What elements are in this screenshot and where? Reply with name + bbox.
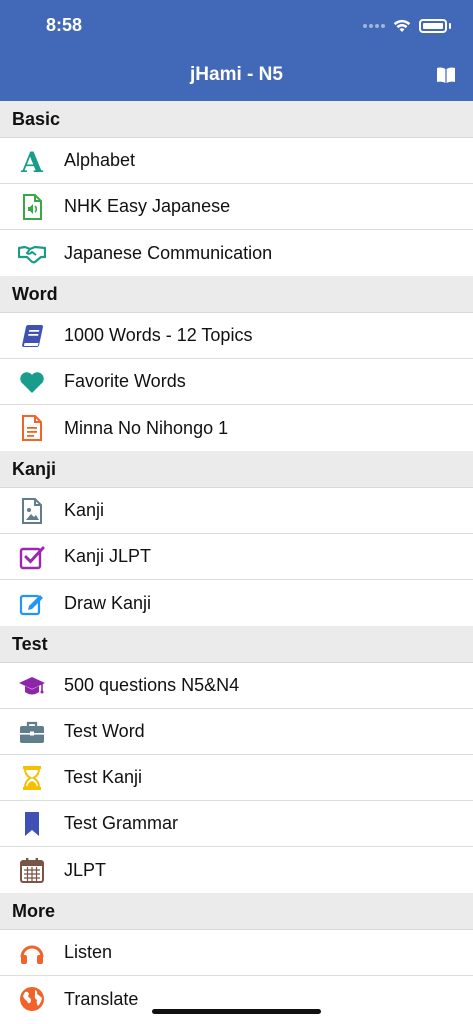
menu-item-label: NHK Easy Japanese xyxy=(64,196,231,216)
status-time: 8:58 xyxy=(46,15,83,35)
globe-icon xyxy=(0,976,64,1022)
section-header-word: Word xyxy=(0,276,473,313)
menu-list: Basic A Alphabet NHK Easy Japanese Japanese … xyxy=(0,101,473,1022)
graduation-cap-icon xyxy=(0,663,64,709)
menu-item-label: JLPT xyxy=(64,859,107,880)
menu-item-kanji[interactable]: Kanji xyxy=(0,488,473,534)
menu-item-jlpt[interactable]: JLPT xyxy=(0,847,473,893)
menu-item-minna-no-nihongo-1[interactable]: Minna No Nihongo 1 xyxy=(0,405,473,451)
menu-item-listen[interactable]: Listen xyxy=(0,930,473,976)
menu-item-label: Translate xyxy=(64,988,139,1009)
home-indicator[interactable] xyxy=(152,1009,321,1014)
bookmark-icon xyxy=(0,801,64,847)
alphabet-icon: A xyxy=(0,138,64,184)
page-title: jHami - N5 xyxy=(190,64,283,85)
section-group: 500 questions N5&N4 Test Word Test Kanji Te… xyxy=(0,663,473,893)
menu-item-label: Kanji xyxy=(64,500,105,520)
menu-item-draw-kanji[interactable]: Draw Kanji xyxy=(0,580,473,626)
image-file-icon xyxy=(0,488,64,534)
menu-item-label: Test Grammar xyxy=(64,813,179,833)
audio-file-icon xyxy=(0,184,64,230)
menu-item-label: Minna No Nihongo 1 xyxy=(64,417,229,438)
menu-item-test-word[interactable]: Test Word xyxy=(0,709,473,755)
menu-item-1000-words-12-topics[interactable]: 1000 Words - 12 Topics xyxy=(0,313,473,359)
navigation-bar: 8:58 jHami - N5 xyxy=(0,0,473,101)
section-header-more: More xyxy=(0,893,473,930)
menu-item-translate[interactable]: Translate xyxy=(0,976,473,1022)
menu-item-alphabet[interactable]: A Alphabet xyxy=(0,138,473,184)
menu-item-test-grammar[interactable]: Test Grammar xyxy=(0,801,473,847)
section-header-test: Test xyxy=(0,626,473,663)
section-group: Kanji Kanji JLPT Draw Kanji xyxy=(0,488,473,626)
wifi-icon xyxy=(393,19,411,32)
menu-item-test-kanji[interactable]: Test Kanji xyxy=(0,755,473,801)
menu-item-label: Test Kanji xyxy=(64,767,143,787)
menu-item-label: Alphabet xyxy=(64,150,136,170)
menu-item-label: 500 questions N5&N4 xyxy=(64,675,240,695)
section-group: A Alphabet NHK Easy Japanese Japanese Commu… xyxy=(0,138,473,276)
hourglass-icon xyxy=(0,755,64,801)
menu-item-nhk-easy-japanese[interactable]: NHK Easy Japanese xyxy=(0,184,473,230)
status-icons xyxy=(363,16,451,36)
heart-icon xyxy=(0,359,64,405)
svg-text:A: A xyxy=(20,147,44,175)
menu-item-label: Test Word xyxy=(64,721,145,741)
menu-item-label: Listen xyxy=(64,942,113,962)
headphones-icon xyxy=(0,930,64,976)
battery-icon xyxy=(419,19,447,33)
book-icon xyxy=(0,313,64,359)
menu-item-favorite-words[interactable]: Favorite Words xyxy=(0,359,473,405)
menu-item-japanese-communication[interactable]: Japanese Communication xyxy=(0,230,473,276)
edit-icon xyxy=(0,580,64,626)
menu-item-label: 1000 Words - 12 Topics xyxy=(64,325,253,345)
section-group: 1000 Words - 12 Topics Favorite Words Minn… xyxy=(0,313,473,451)
section-header-kanji: Kanji xyxy=(0,451,473,488)
menu-item-label: Kanji JLPT xyxy=(64,546,152,566)
section-header-basic: Basic xyxy=(0,101,473,138)
checkbox-icon xyxy=(0,534,64,580)
book-open-icon[interactable] xyxy=(436,66,456,84)
menu-item-label: Favorite Words xyxy=(64,371,186,391)
menu-item-label: Japanese Communication xyxy=(64,242,273,263)
menu-item-label: Draw Kanji xyxy=(64,592,152,613)
document-icon xyxy=(0,405,64,451)
menu-item-kanji-jlpt[interactable]: Kanji JLPT xyxy=(0,534,473,580)
briefcase-icon xyxy=(0,709,64,755)
menu-item-500-questions-n5-n4[interactable]: 500 questions N5&N4 xyxy=(0,663,473,709)
signal-icon xyxy=(363,24,385,28)
handshake-icon xyxy=(0,230,64,276)
calendar-icon xyxy=(0,847,64,893)
